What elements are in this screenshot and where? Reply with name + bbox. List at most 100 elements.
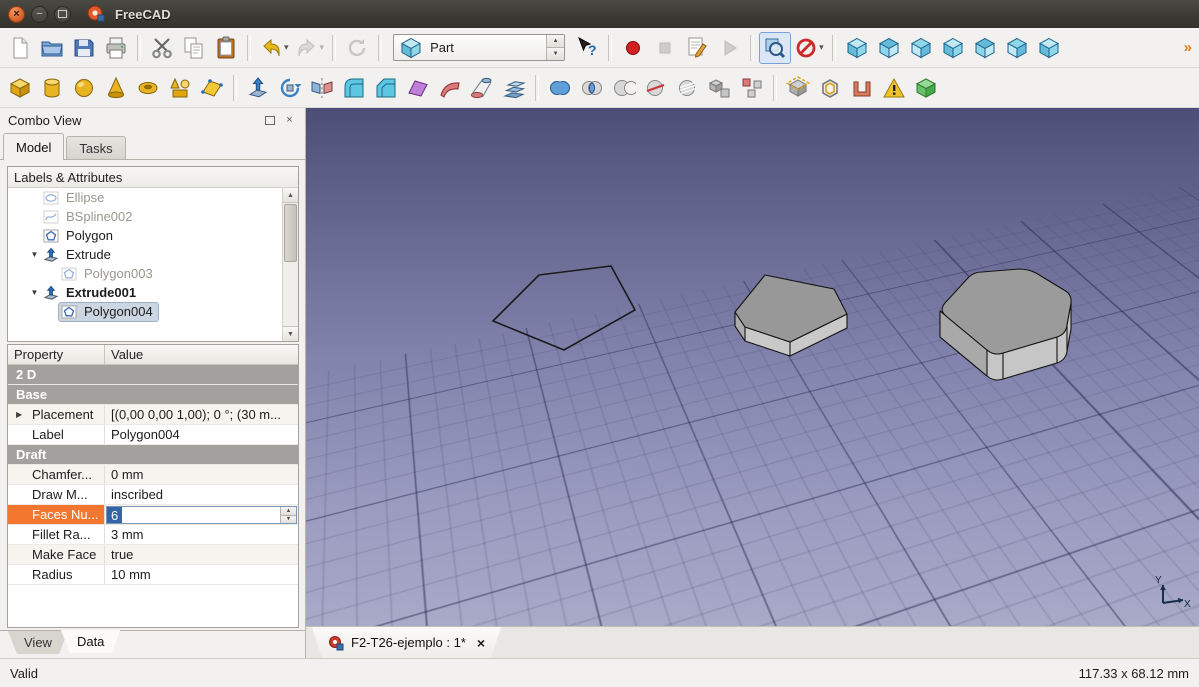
- cylinder-button[interactable]: [36, 72, 68, 104]
- fillet-button[interactable]: [338, 72, 370, 104]
- panel-close-button[interactable]: ×: [282, 113, 297, 128]
- tree-item-ellipse[interactable]: Ellipse: [8, 188, 283, 207]
- expander-icon[interactable]: ▶: [16, 410, 22, 419]
- spin-down-icon[interactable]: ▼: [547, 47, 564, 60]
- check-geometry-button[interactable]: [878, 72, 910, 104]
- defeaturing-button[interactable]: [910, 72, 942, 104]
- view-axonometric-button[interactable]: [841, 32, 873, 64]
- window-minimize-button[interactable]: −: [31, 6, 48, 23]
- dropdown-arrow-icon[interactable]: ▾: [819, 42, 824, 53]
- property-group-2-d[interactable]: 2 D: [8, 365, 298, 385]
- save-document-button[interactable]: [68, 32, 100, 64]
- make-face-button[interactable]: [402, 72, 434, 104]
- spin-up-icon[interactable]: ▲: [281, 507, 296, 515]
- tree-item-bspline002[interactable]: BSpline002: [8, 207, 283, 226]
- boolean-cut-button[interactable]: [608, 72, 640, 104]
- scroll-down-icon[interactable]: ▼: [283, 326, 298, 341]
- undo-button[interactable]: ▾: [256, 32, 292, 64]
- tab-data[interactable]: Data: [61, 630, 120, 653]
- workbench-selector-spinner[interactable]: ▲▼: [546, 35, 564, 60]
- copy-button[interactable]: [178, 32, 210, 64]
- property-group-draft[interactable]: Draft: [8, 445, 298, 465]
- tree-item-polygon003[interactable]: Polygon003: [8, 264, 283, 283]
- view-bottom-button[interactable]: [1001, 32, 1033, 64]
- create-primitives-button[interactable]: [164, 72, 196, 104]
- torus-button[interactable]: [132, 72, 164, 104]
- spin-down-icon[interactable]: ▼: [281, 515, 296, 524]
- panel-float-button[interactable]: [262, 113, 277, 128]
- property-row-draw-m[interactable]: Draw M...inscribed: [8, 485, 298, 505]
- property-row-placement[interactable]: ▶Placement[(0,00 0,00 1,00); 0 °; (30 m.…: [8, 405, 298, 425]
- tree-item-extrude001[interactable]: ▼Extrude001: [8, 283, 283, 302]
- thickness-button[interactable]: [846, 72, 878, 104]
- offset-3d-button[interactable]: [782, 72, 814, 104]
- extrude001-solid-object[interactable]: [940, 269, 1071, 380]
- redo-button[interactable]: ▾: [292, 32, 328, 64]
- property-row-radius[interactable]: Radius10 mm: [8, 565, 298, 585]
- window-close-button[interactable]: ×: [8, 6, 25, 23]
- revolve-button[interactable]: [274, 72, 306, 104]
- tree-scrollbar[interactable]: ▲ ▼: [282, 188, 298, 341]
- box-button[interactable]: [4, 72, 36, 104]
- spin-up-icon[interactable]: ▲: [547, 35, 564, 47]
- extrude-button[interactable]: [242, 72, 274, 104]
- macro-record-button[interactable]: [617, 32, 649, 64]
- shape-builder-button[interactable]: [196, 72, 228, 104]
- tree-item-extrude[interactable]: ▼Extrude: [8, 245, 283, 264]
- macro-play-button[interactable]: [713, 32, 745, 64]
- view-rear-button[interactable]: [969, 32, 1001, 64]
- tab-view[interactable]: View: [8, 631, 68, 654]
- view-top-button[interactable]: [905, 32, 937, 64]
- property-row-label[interactable]: LabelPolygon004: [8, 425, 298, 445]
- whats-this-button[interactable]: ?: [571, 32, 603, 64]
- extrude-solid-object[interactable]: [735, 275, 847, 356]
- property-row-fillet-ra[interactable]: Fillet Ra...3 mm: [8, 525, 298, 545]
- ruled-surface-button[interactable]: [434, 72, 466, 104]
- scrollbar-thumb[interactable]: [284, 204, 297, 262]
- view-right-button[interactable]: [937, 32, 969, 64]
- polygon-wireframe-object[interactable]: [493, 266, 635, 350]
- branch-expander-icon[interactable]: ▼: [28, 250, 41, 259]
- new-document-button[interactable]: [4, 32, 36, 64]
- sphere-button[interactable]: [68, 72, 100, 104]
- workbench-selector[interactable]: Part▲▼: [393, 34, 565, 61]
- compound-button[interactable]: [704, 72, 736, 104]
- sweep-button[interactable]: [498, 72, 530, 104]
- toolbar-overflow-icon[interactable]: »: [1184, 39, 1195, 56]
- document-tab-f2-t26-ejemplo-1[interactable]: F2-T26-ejemplo : 1*×: [312, 627, 501, 658]
- close-tab-icon[interactable]: ×: [477, 635, 485, 651]
- paste-button[interactable]: [210, 32, 242, 64]
- explode-compound-button[interactable]: [736, 72, 768, 104]
- box-element-selection-button[interactable]: [759, 32, 791, 64]
- loft-button[interactable]: [466, 72, 498, 104]
- boolean-common-button[interactable]: [576, 72, 608, 104]
- window-maximize-button[interactable]: [54, 6, 71, 23]
- branch-expander-icon[interactable]: ▼: [28, 288, 41, 297]
- property-row-make-face[interactable]: Make Facetrue: [8, 545, 298, 565]
- section-button[interactable]: [640, 72, 672, 104]
- tab-tasks[interactable]: Tasks: [66, 136, 125, 159]
- cut-button[interactable]: [146, 32, 178, 64]
- print-button[interactable]: [100, 32, 132, 64]
- boolean-union-button[interactable]: [544, 72, 576, 104]
- property-group-base[interactable]: Base: [8, 385, 298, 405]
- mirror-button[interactable]: [306, 72, 338, 104]
- scroll-up-icon[interactable]: ▲: [283, 188, 298, 203]
- cross-sections-button[interactable]: [672, 72, 704, 104]
- tree-item-polygon004[interactable]: Polygon004: [8, 302, 283, 321]
- refresh-button[interactable]: [341, 32, 373, 64]
- spinbox-buttons[interactable]: ▲▼: [280, 507, 296, 523]
- 3d-viewport[interactable]: Y X: [306, 108, 1199, 626]
- macro-edit-button[interactable]: [681, 32, 713, 64]
- offset-2d-button[interactable]: [814, 72, 846, 104]
- clipping-plane-button[interactable]: ▾: [791, 32, 827, 64]
- open-document-button[interactable]: [36, 32, 68, 64]
- tree-item-polygon[interactable]: Polygon: [8, 226, 283, 245]
- cone-button[interactable]: [100, 72, 132, 104]
- view-front-button[interactable]: [873, 32, 905, 64]
- chamfer-button[interactable]: [370, 72, 402, 104]
- property-value-editor[interactable]: 6▲▼: [105, 505, 298, 524]
- dropdown-arrow-icon[interactable]: ▾: [320, 42, 325, 53]
- macro-stop-button[interactable]: [649, 32, 681, 64]
- dropdown-arrow-icon[interactable]: ▾: [284, 42, 289, 53]
